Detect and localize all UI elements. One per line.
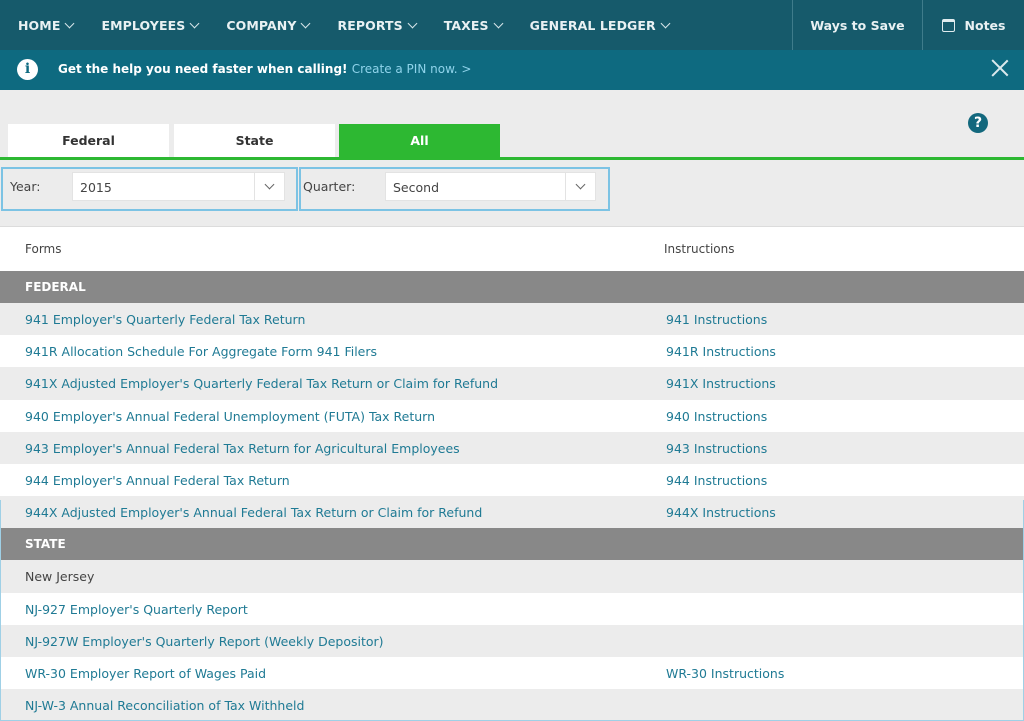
chevron-down-icon	[189, 18, 200, 28]
form-link[interactable]: 943 Employer's Annual Federal Tax Return…	[25, 441, 460, 456]
year-value: 2015	[80, 180, 112, 195]
form-link[interactable]: WR-30 Employer Report of Wages Paid	[25, 666, 266, 681]
chevron-down-icon	[407, 18, 418, 28]
tab-all[interactable]: All	[339, 124, 500, 157]
year-filter: Year: 2015	[1, 167, 298, 211]
instructions-link[interactable]: 941X Instructions	[666, 376, 776, 391]
instructions-link[interactable]: WR-30 Instructions	[666, 666, 784, 681]
table-row: 940 Employer's Annual Federal Unemployme…	[0, 399, 1024, 432]
form-link[interactable]: NJ-W-3 Annual Reconciliation of Tax With…	[25, 698, 304, 713]
chevron-down-icon	[301, 18, 311, 28]
notes-icon	[941, 18, 955, 32]
table-row: 944 Employer's Annual Federal Tax Return…	[0, 463, 1024, 497]
table-row: 941X Adjusted Employer's Quarterly Feder…	[0, 367, 1024, 400]
ways-to-save-button[interactable]: Ways to Save	[792, 0, 922, 50]
instructions-link[interactable]: 944 Instructions	[666, 473, 767, 488]
instructions-link[interactable]: 941 Instructions	[666, 312, 767, 327]
form-link[interactable]: 941R Allocation Schedule For Aggregate F…	[25, 344, 377, 359]
state-name: New Jersey	[25, 569, 95, 585]
chevron-down-icon	[493, 18, 504, 28]
quarter-select[interactable]: Second	[385, 172, 596, 201]
quarter-value: Second	[393, 180, 440, 195]
nav-employees[interactable]: EMPLOYEES	[83, 0, 200, 50]
federal-section-header: FEDERAL	[0, 271, 1024, 303]
state-section-label: STATE	[25, 537, 66, 552]
federal-section-label: FEDERAL	[25, 280, 86, 294]
chevron-down-icon[interactable]	[565, 173, 595, 200]
form-link[interactable]: 941X Adjusted Employer's Quarterly Feder…	[25, 376, 498, 391]
close-banner-icon[interactable]	[990, 58, 1010, 78]
table-row: 943 Employer's Annual Federal Tax Return…	[0, 431, 1024, 464]
quarter-label: Quarter:	[303, 179, 356, 194]
chevron-down-icon[interactable]	[254, 173, 284, 200]
tab-federal[interactable]: Federal	[8, 124, 169, 157]
nav-home[interactable]: HOME	[0, 0, 75, 50]
quarter-filter: Quarter: Second	[299, 167, 610, 211]
form-link[interactable]: 944 Employer's Annual Federal Tax Return	[25, 473, 290, 488]
nav-reports-label: REPORTS	[337, 17, 403, 33]
nav-reports[interactable]: REPORTS	[319, 0, 418, 50]
form-link[interactable]: NJ-927W Employer's Quarterly Report (Wee…	[25, 634, 384, 649]
instructions-link[interactable]: 941R Instructions	[666, 344, 776, 359]
nav-general-ledger-label: GENERAL LEDGER	[529, 17, 656, 33]
table-row: WR-30 Employer Report of Wages Paid WR-30…	[0, 656, 1024, 690]
nav-company-label: COMPANY	[226, 17, 297, 33]
notes-label: Notes	[964, 17, 1006, 33]
tab-state[interactable]: State	[174, 124, 335, 157]
info-banner: i Get the help you need faster when call…	[0, 50, 1024, 90]
year-select[interactable]: 2015	[72, 172, 285, 201]
nav-company[interactable]: COMPANY	[208, 0, 311, 50]
tab-underline	[0, 157, 1024, 160]
help-icon[interactable]: ?	[968, 113, 988, 133]
table-row: NJ-927W Employer's Quarterly Report (Wee…	[0, 624, 1024, 657]
form-link[interactable]: NJ-927 Employer's Quarterly Report	[25, 602, 248, 617]
instructions-column-header: Instructions	[664, 242, 735, 256]
forms-column-header: Forms	[25, 242, 62, 256]
form-link[interactable]: 944X Adjusted Employer's Annual Federal …	[25, 505, 482, 520]
table-row: NJ-927 Employer's Quarterly Report	[0, 592, 1024, 625]
create-pin-link[interactable]: Create a PIN now. >	[352, 62, 472, 76]
table-row: NJ-W-3 Annual Reconciliation of Tax With…	[0, 689, 1024, 721]
chevron-down-icon	[65, 18, 75, 28]
nav-taxes[interactable]: TAXES	[426, 0, 504, 50]
table-row: 944X Adjusted Employer's Annual Federal …	[0, 496, 1024, 529]
table-row: 941R Allocation Schedule For Aggregate F…	[0, 335, 1024, 368]
instructions-link[interactable]: 943 Instructions	[666, 441, 767, 456]
state-section-header: STATE	[0, 528, 1024, 561]
banner-text: Get the help you need faster when callin…	[58, 62, 471, 76]
nav-taxes-label: TAXES	[443, 17, 489, 33]
nav-home-label: HOME	[18, 17, 61, 33]
forms-table: Forms Instructions FEDERAL 941 Employer'…	[0, 228, 1024, 721]
notes-button[interactable]: Notes	[922, 0, 1024, 50]
chevron-down-icon	[660, 18, 671, 28]
form-link[interactable]: 940 Employer's Annual Federal Unemployme…	[25, 409, 435, 424]
ways-to-save-label: Ways to Save	[810, 17, 905, 33]
info-icon: i	[17, 59, 38, 80]
state-name-row: New Jersey	[0, 560, 1024, 593]
form-link[interactable]: 941 Employer's Quarterly Federal Tax Ret…	[25, 312, 305, 327]
instructions-link[interactable]: 940 Instructions	[666, 409, 767, 424]
nav-general-ledger[interactable]: GENERAL LEDGER	[512, 0, 671, 50]
banner-message: Get the help you need faster when callin…	[58, 62, 348, 76]
instructions-link[interactable]: 944X Instructions	[666, 505, 776, 520]
year-label: Year:	[10, 179, 41, 194]
nav-employees-label: EMPLOYEES	[101, 17, 186, 33]
table-row: 941 Employer's Quarterly Federal Tax Ret…	[0, 303, 1024, 336]
table-header: Forms Instructions	[0, 228, 1024, 271]
